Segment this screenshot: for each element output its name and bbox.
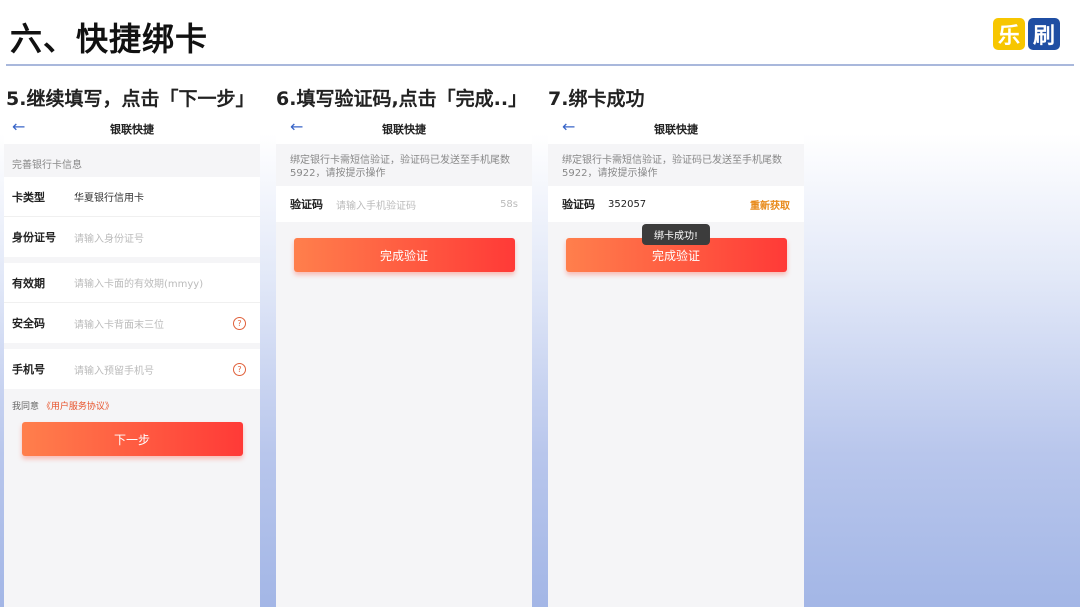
phone-row[interactable]: 手机号 请输入预留手机号 ? — [4, 349, 260, 389]
id-number-row[interactable]: 身份证号 请输入身份证号 — [4, 217, 260, 257]
lepos-logo: 乐 刷 — [993, 18, 1060, 50]
code-row[interactable]: 验证码 请输入手机验证码 58s — [276, 186, 532, 222]
cvv-input[interactable]: 请输入卡背面末三位 — [74, 316, 164, 331]
phone-group: 手机号 请输入预留手机号 ? — [4, 349, 260, 389]
nav-bar: ← 银联快捷 — [4, 112, 260, 144]
phone-screen-step-5: ← 银联快捷 完善银行卡信息 卡类型 华夏银行信用卡 身份证号 请输入身份证号 … — [4, 112, 260, 607]
title-divider — [6, 64, 1074, 66]
id-number-input[interactable]: 请输入身份证号 — [74, 230, 144, 245]
nav-title: 银联快捷 — [110, 123, 154, 136]
nav-title: 银联快捷 — [654, 123, 698, 136]
code-input[interactable]: 352057 — [608, 199, 646, 210]
card-type-value: 华夏银行信用卡 — [74, 193, 144, 204]
cvv-row[interactable]: 安全码 请输入卡背面末三位 ? — [4, 303, 260, 343]
sms-info-text: 绑定银行卡需短信验证，验证码已发送至手机尾数5922，请按提示操作 — [290, 155, 510, 179]
nav-bar: ← 银联快捷 — [548, 112, 804, 144]
slide-title: 六、快捷绑卡 — [10, 20, 209, 58]
phone-label: 手机号 — [12, 363, 45, 376]
cvv-help-icon[interactable]: ? — [233, 316, 246, 330]
phone-help-icon[interactable]: ? — [233, 362, 246, 376]
phone-screen-step-7: ← 银联快捷 绑定银行卡需短信验证，验证码已发送至手机尾数5922，请按提示操作… — [548, 112, 804, 607]
card-type-row: 卡类型 华夏银行信用卡 — [4, 177, 260, 217]
code-label: 验证码 — [562, 198, 595, 211]
resend-code-link[interactable]: 重新获取 — [750, 197, 790, 212]
step-6-label: 6.填写验证码,点击「完成..」 — [276, 88, 528, 110]
logo-char-shua: 刷 — [1028, 18, 1060, 50]
card-info-group: 卡类型 华夏银行信用卡 身份证号 请输入身份证号 — [4, 177, 260, 257]
logo-char-le: 乐 — [993, 18, 1025, 50]
phone-screen-step-6: ← 银联快捷 绑定银行卡需短信验证，验证码已发送至手机尾数5922，请按提示操作… — [276, 112, 532, 607]
code-row[interactable]: 验证码 352057 重新获取 — [548, 186, 804, 222]
code-label: 验证码 — [290, 198, 323, 211]
expiry-label: 有效期 — [12, 276, 45, 290]
sms-info-text: 绑定银行卡需短信验证，验证码已发送至手机尾数5922，请按提示操作 — [562, 155, 782, 179]
nav-title: 银联快捷 — [382, 123, 426, 136]
expiry-input[interactable]: 请输入卡面的有效期(mmyy) — [74, 275, 203, 290]
success-toast: 绑卡成功! — [641, 224, 711, 245]
next-step-button[interactable]: 下一步 — [21, 422, 243, 456]
nav-bar: ← 银联快捷 — [276, 112, 532, 144]
phone-input[interactable]: 请输入预留手机号 — [74, 362, 154, 377]
agree-text: 我同意 — [12, 402, 40, 412]
card-type-label: 卡类型 — [12, 190, 45, 204]
expiry-row[interactable]: 有效期 请输入卡面的有效期(mmyy) — [4, 263, 260, 303]
step-7-label: 7.绑卡成功 — [548, 88, 645, 110]
code-input[interactable]: 请输入手机验证码 — [336, 197, 416, 212]
id-number-label: 身份证号 — [12, 231, 56, 244]
complete-verification-button[interactable]: 完成验证 — [293, 238, 515, 272]
cvv-label: 安全码 — [12, 317, 45, 330]
section-label: 完善银行卡信息 — [12, 160, 82, 171]
agreement-line: 我同意 《用户服务协议》 — [4, 389, 260, 422]
card-security-group: 有效期 请输入卡面的有效期(mmyy) 安全码 请输入卡背面末三位 ? — [4, 263, 260, 343]
step-5-label: 5.继续填写，点击「下一步」 — [6, 88, 255, 110]
countdown-timer: 58s — [500, 198, 518, 210]
user-agreement-link[interactable]: 《用户服务协议》 — [42, 402, 114, 412]
